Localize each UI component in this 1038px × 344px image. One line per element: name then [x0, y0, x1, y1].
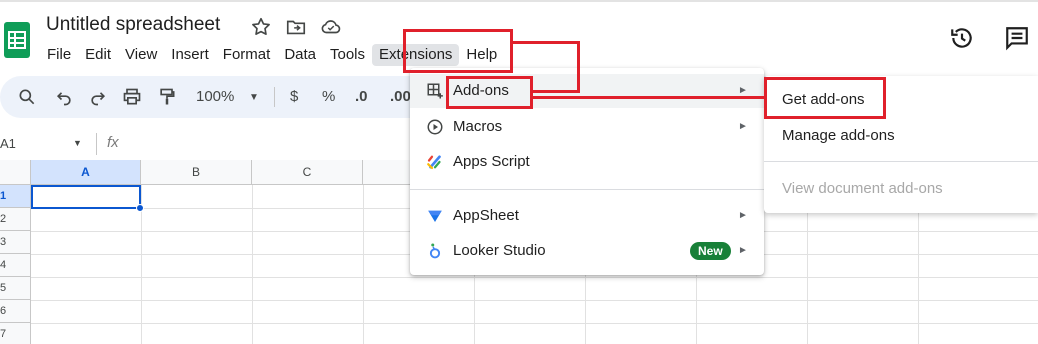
view-document-add-ons-item: View document add-ons [782, 180, 943, 197]
submenu-arrow-icon: ► [738, 121, 748, 132]
menu-tools[interactable]: Tools [323, 44, 372, 66]
new-badge: New [690, 242, 731, 260]
menu-view[interactable]: View [118, 44, 164, 66]
paint-format-icon[interactable] [157, 87, 177, 107]
menu-edit[interactable]: Edit [78, 44, 118, 66]
row-header-1[interactable]: 1 [0, 185, 31, 208]
undo-icon[interactable] [54, 87, 74, 107]
row-header-6[interactable]: 6 [0, 300, 31, 323]
annotation-connector [531, 90, 580, 93]
star-icon[interactable] [250, 16, 272, 38]
grid-line [31, 277, 1038, 278]
play-circle-icon [427, 119, 443, 135]
increase-decimal-button[interactable]: .00 [390, 88, 411, 105]
menu-item-looker-studio[interactable]: Looker Studio New ► [410, 234, 764, 268]
column-header-b[interactable]: B [141, 160, 252, 185]
menu-divider [410, 189, 764, 190]
submenu-arrow-icon: ► [738, 210, 748, 221]
grid-line [31, 300, 1038, 301]
annotation-connector [511, 41, 580, 44]
menu-format[interactable]: Format [216, 44, 278, 66]
format-currency-button[interactable]: $ [290, 88, 298, 105]
menu-item-macros[interactable]: Macros ► [410, 110, 764, 144]
redo-icon[interactable] [88, 87, 108, 107]
formula-separator [96, 133, 97, 155]
appsheet-icon [428, 210, 442, 222]
annotation-box-extensions [403, 29, 513, 73]
zoom-select[interactable]: 100% [196, 88, 234, 105]
row-header-5[interactable]: 5 [0, 277, 31, 300]
document-title[interactable]: Untitled spreadsheet [46, 14, 220, 36]
grid-line [252, 185, 253, 344]
menu-data[interactable]: Data [277, 44, 323, 66]
menu-item-label: Apps Script [453, 153, 530, 170]
move-to-folder-icon[interactable] [285, 16, 307, 38]
annotation-connector [531, 96, 766, 99]
menu-file[interactable]: File [40, 44, 78, 66]
menu-item-label: AppSheet [453, 207, 519, 224]
select-all-corner[interactable] [0, 160, 31, 185]
row-header-4[interactable]: 4 [0, 254, 31, 277]
menu-insert[interactable]: Insert [164, 44, 216, 66]
submenu-arrow-icon: ► [738, 245, 748, 256]
comments-icon[interactable] [1004, 25, 1030, 51]
format-percent-button[interactable]: % [322, 88, 335, 105]
sheets-logo-icon[interactable] [4, 22, 30, 58]
zoom-dropdown-arrow-icon[interactable]: ▼ [249, 92, 259, 103]
selected-cell-a1[interactable] [31, 185, 141, 209]
column-header-c[interactable]: C [252, 160, 363, 185]
apps-script-icon [427, 155, 441, 170]
add-ons-icon [427, 83, 443, 99]
looker-studio-icon [429, 243, 441, 259]
annotation-box-add-ons [446, 76, 533, 109]
menu-item-appsheet[interactable]: AppSheet ► [410, 199, 764, 233]
toolbar-divider [274, 87, 275, 107]
top-border [0, 0, 1038, 2]
annotation-box-get-add-ons [764, 77, 886, 119]
grid-line [31, 323, 1038, 324]
menu-divider [764, 161, 1038, 162]
name-box-dropdown-icon[interactable]: ▼ [73, 138, 82, 148]
fx-icon: fx [107, 134, 119, 151]
decrease-decimal-button[interactable]: .0 [355, 88, 368, 105]
column-header-a[interactable]: A [31, 160, 141, 185]
name-box[interactable]: A1 [0, 136, 16, 151]
annotation-connector [577, 41, 580, 93]
row-header-7[interactable]: 7 [0, 323, 31, 344]
row-header-2[interactable]: 2 [0, 208, 31, 231]
row-header-3[interactable]: 3 [0, 231, 31, 254]
fill-handle[interactable] [136, 204, 144, 212]
search-menus-icon[interactable] [17, 87, 37, 107]
menu-item-label: Looker Studio [453, 242, 546, 259]
print-icon[interactable] [122, 87, 142, 107]
menu-item-apps-script[interactable]: Apps Script [410, 145, 764, 179]
version-history-icon[interactable] [949, 25, 975, 51]
menu-item-label: Macros [453, 118, 503, 135]
grid-line [363, 185, 364, 344]
cloud-saved-icon[interactable] [320, 16, 342, 38]
manage-add-ons-item[interactable]: Manage add-ons [782, 127, 895, 144]
submenu-arrow-icon: ► [738, 85, 748, 96]
